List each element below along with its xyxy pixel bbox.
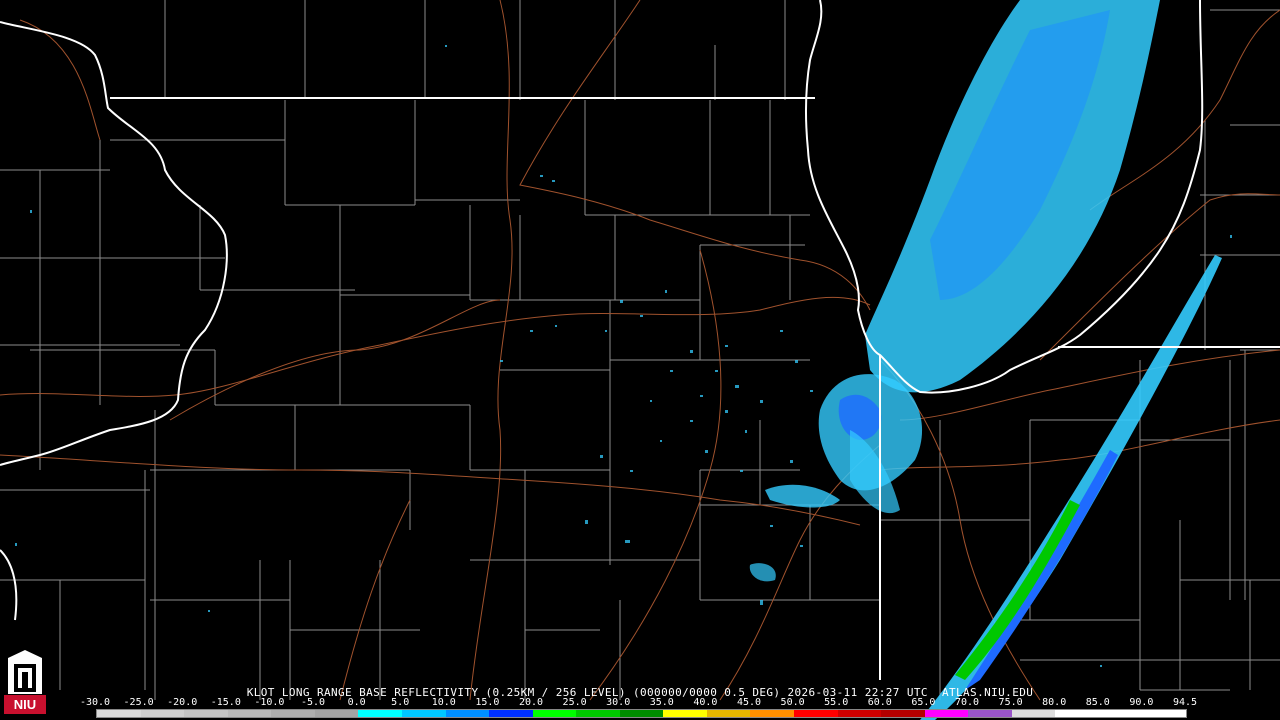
colorbar-segment xyxy=(97,710,141,717)
niu-logo-icon: NIU xyxy=(4,648,46,714)
colorbar-segment xyxy=(1055,710,1099,717)
scale-tick-label: -15.0 xyxy=(210,697,241,708)
scale-tick-label: 40.0 xyxy=(693,697,718,708)
colorbar-segment xyxy=(750,710,794,717)
colorbar-segment xyxy=(358,710,402,717)
colorbar-segment xyxy=(271,710,315,717)
scale-tick-label: -30.0 xyxy=(79,697,111,708)
scale-tick-label: 45.0 xyxy=(736,697,762,708)
radar-map xyxy=(0,0,1280,720)
colorbar-segment xyxy=(489,710,533,717)
colorbar-segment xyxy=(924,710,969,717)
scale-tick-label: 0.0 xyxy=(347,697,366,708)
scale-tick-label: 80.0 xyxy=(1042,697,1067,708)
colorbar-segment xyxy=(532,710,577,717)
scale-tick-label: -10.0 xyxy=(254,697,285,708)
scale-labels: -30.0 -25.0 -20.0 -15.0 -10.0 -5.0 0.0 5.0 10.0 1… xyxy=(80,697,1198,708)
colorbar-segment xyxy=(445,710,490,717)
scale-tick-label: 50.0 xyxy=(780,697,805,708)
logo-text: NIU xyxy=(14,697,36,712)
colorbar-segment xyxy=(1098,710,1143,717)
scale-tick-label: 60.0 xyxy=(867,697,892,708)
scale-tick-label: 25.0 xyxy=(562,697,587,708)
scale-tick-label: 65.0 xyxy=(911,697,936,708)
scale-tick-label: 55.0 xyxy=(824,697,849,708)
colorbar-segment xyxy=(619,710,664,717)
scale-tick-label: 15.0 xyxy=(475,697,500,708)
colorbar-segment xyxy=(140,710,185,717)
colorbar-segment xyxy=(663,710,707,717)
scale-tick-label: -5.0 xyxy=(300,697,326,708)
colorbar-segment xyxy=(706,710,751,717)
colorbar-segment xyxy=(1142,710,1187,717)
reflectivity-scale: -30.0 -25.0 -20.0 -15.0 -10.0 -5.0 0.0 5.0 10.0 1… xyxy=(80,697,1198,708)
colorbar-segment xyxy=(794,710,838,717)
scale-tick-label: 75.0 xyxy=(998,697,1023,708)
scale-tick-label: 20.0 xyxy=(518,697,544,708)
scale-tick-label: 94.5 xyxy=(1172,697,1198,708)
scale-tick-label: 90.0 xyxy=(1129,697,1154,708)
scale-tick-label: 30.0 xyxy=(606,697,631,708)
scale-tick-label: 5.0 xyxy=(391,697,410,708)
colorbar-segment xyxy=(837,710,882,717)
scale-tick-label: 35.0 xyxy=(649,697,674,708)
colorbar-segment xyxy=(227,710,272,717)
scale-tick-label: 10.0 xyxy=(431,697,456,708)
colorbar-segment xyxy=(184,710,228,717)
reflectivity-colorbar xyxy=(96,709,1187,718)
scale-tick-label: -25.0 xyxy=(123,697,154,708)
scale-tick-label: 85.0 xyxy=(1085,697,1110,708)
colorbar-segment xyxy=(968,710,1012,717)
scale-tick-label: -20.0 xyxy=(167,697,198,708)
colorbar-segment xyxy=(314,710,359,717)
colorbar-segment xyxy=(401,710,446,717)
colorbar-segment xyxy=(576,710,620,717)
colorbar-segment xyxy=(1011,710,1056,717)
scale-tick-label: 70.0 xyxy=(954,697,980,708)
colorbar-segment xyxy=(881,710,925,717)
